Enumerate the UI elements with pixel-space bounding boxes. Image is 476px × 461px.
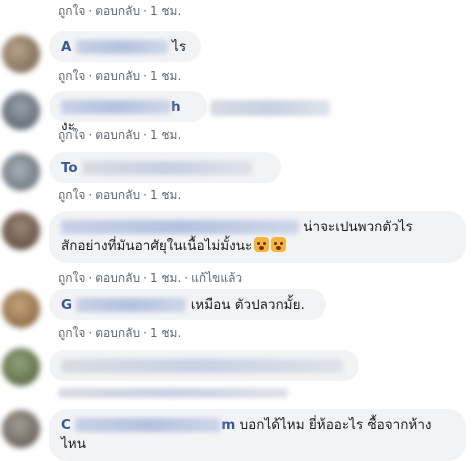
like-link[interactable]: ถูกใจ bbox=[58, 271, 85, 285]
comment-actions: ถูกใจ · ตอบกลับ · 1 ชม. bbox=[58, 186, 181, 205]
comment-line: สักอย่างที่มันอาศัยุในเนื้อไม่มั้งนะ bbox=[61, 237, 454, 256]
separator: · bbox=[88, 128, 93, 142]
comment-item bbox=[0, 344, 476, 400]
timestamp[interactable]: 1 ชม. bbox=[150, 128, 181, 142]
comment-author[interactable]: h bbox=[171, 99, 181, 115]
separator: · bbox=[143, 188, 147, 202]
comment-bubble: น่าจะเปนพวกตัวไร สักอย่างที่มันอาศัยุในเ… bbox=[49, 211, 466, 263]
astonished-face-emoji-icon bbox=[254, 237, 270, 252]
separator: · bbox=[143, 326, 147, 340]
redacted-author-name bbox=[75, 418, 222, 432]
separator: · bbox=[88, 271, 93, 285]
redacted-text bbox=[82, 161, 252, 175]
like-link[interactable]: ถูกใจ bbox=[58, 4, 85, 18]
comment-line: C m บอกได้ไหม ยี่ห้ออะไร ซื้อจากห้าง bbox=[61, 416, 454, 435]
separator: · bbox=[88, 4, 93, 18]
redacted-text bbox=[210, 100, 330, 116]
avatar[interactable] bbox=[2, 92, 40, 130]
comment-actions: ถูกใจ · ตอบกลับ · 1 ชม. bbox=[58, 324, 181, 343]
avatar[interactable] bbox=[2, 290, 40, 328]
reply-link[interactable]: ตอบกลับ bbox=[95, 188, 140, 202]
redacted-author-name bbox=[76, 298, 187, 312]
separator: · bbox=[143, 69, 147, 83]
redacted-author-name bbox=[75, 40, 168, 54]
reply-link[interactable]: ตอบกลับ bbox=[95, 271, 140, 285]
comment-bubble: A ไร bbox=[49, 31, 201, 62]
comment-text-line2: ไหน bbox=[61, 436, 86, 452]
comment-author[interactable]: C bbox=[61, 417, 71, 433]
comment-item: A ไร ถูกใจ · ตอบกลับ · 1 ชม. bbox=[0, 30, 476, 83]
comment-text: เหมือน ตัวปลวกมั้ย. bbox=[190, 297, 305, 313]
avatar[interactable] bbox=[2, 153, 40, 191]
comment-item: C m บอกได้ไหม ยี่ห้ออะไร ซื้อจากห้าง ไหน bbox=[0, 404, 476, 461]
like-link[interactable]: ถูกใจ bbox=[58, 326, 85, 340]
avatar[interactable] bbox=[2, 35, 40, 73]
reply-link[interactable]: ตอบกลับ bbox=[95, 4, 140, 18]
timestamp[interactable]: 1 ชม. bbox=[150, 4, 181, 18]
like-link[interactable]: ถูกใจ bbox=[58, 188, 85, 202]
avatar[interactable] bbox=[2, 212, 40, 250]
comment-thread: ถูกใจ · ตอบกลับ · 1 ชม. A ไร ถูกใจ · ตอบกลับ · 1… bbox=[0, 0, 476, 461]
comment-item: ถูกใจ · ตอบกลับ · 1 ชม. bbox=[0, 0, 476, 22]
like-link[interactable]: ถูกใจ bbox=[58, 69, 85, 83]
reply-link[interactable]: ตอบกลับ bbox=[95, 326, 140, 340]
comment-bubble: h งะ bbox=[49, 91, 207, 134]
comment-item: To ถูกใจ · ตอบกลับ · 1 ชม. bbox=[0, 151, 476, 205]
avatar[interactable] bbox=[2, 348, 40, 386]
comment-text: น่าจะเปนพวกตัวไร bbox=[303, 219, 413, 235]
reply-link[interactable]: ตอบกลับ bbox=[95, 69, 140, 83]
comment-bubble: C m บอกได้ไหม ยี่ห้ออะไร ซื้อจากห้าง ไหน bbox=[49, 409, 466, 461]
comment-text: ไร bbox=[172, 39, 187, 55]
comment-actions: ถูกใจ · ตอบกลับ · 1 ชม. bbox=[58, 126, 181, 145]
timestamp[interactable]: 1 ชม. bbox=[150, 326, 181, 340]
comment-line: ไหน bbox=[61, 435, 454, 454]
comment-author[interactable]: To bbox=[61, 160, 78, 176]
comment-author-end[interactable]: m bbox=[221, 417, 235, 433]
separator: · bbox=[88, 326, 93, 340]
comment-line: น่าจะเปนพวกตัวไร bbox=[61, 218, 454, 237]
comment-text-line2: สักอย่างที่มันอาศัยุในเนื้อไม่มั้งนะ bbox=[61, 238, 253, 254]
timestamp[interactable]: 1 ชม. bbox=[150, 271, 181, 285]
separator: · bbox=[88, 188, 93, 202]
separator: · bbox=[143, 128, 147, 142]
comment-text: บอกได้ไหม ยี่ห้ออะไร ซื้อจากห้าง bbox=[239, 417, 432, 433]
comment-actions: ถูกใจ · ตอบกลับ · 1 ชม. bbox=[58, 67, 181, 86]
like-link[interactable]: ถูกใจ bbox=[58, 128, 85, 142]
edited-label[interactable]: แก้ไขแล้ว bbox=[191, 271, 242, 285]
comment-item: G เหมือน ตัวปลวกมั้ย. ถูกใจ · ตอบกลับ · 1 ชม… bbox=[0, 286, 476, 346]
comment-bubble: To bbox=[49, 152, 281, 183]
redacted-actions bbox=[58, 388, 288, 398]
comment-item: น่าจะเปนพวกตัวไร สักอย่างที่มันอาศัยุในเ… bbox=[0, 208, 476, 286]
comment-item: h งะ ถูกใจ · ตอบกลับ · 1 ชม. bbox=[0, 88, 476, 146]
separator: · bbox=[184, 271, 189, 285]
redacted-author-name bbox=[61, 100, 171, 114]
comment-author[interactable]: G bbox=[61, 297, 72, 313]
redacted-text bbox=[61, 359, 343, 373]
reply-link[interactable]: ตอบกลับ bbox=[95, 128, 140, 142]
astonished-face-emoji-icon bbox=[271, 237, 287, 252]
separator: · bbox=[143, 271, 147, 285]
redacted-author-name bbox=[61, 220, 299, 234]
avatar[interactable] bbox=[2, 410, 40, 448]
comment-bubble bbox=[49, 350, 359, 381]
separator: · bbox=[88, 69, 93, 83]
comment-actions: ถูกใจ · ตอบกลับ · 1 ชม. bbox=[58, 2, 181, 21]
comment-bubble: G เหมือน ตัวปลวกมั้ย. bbox=[49, 289, 326, 320]
comment-author[interactable]: A bbox=[61, 39, 71, 55]
timestamp[interactable]: 1 ชม. bbox=[150, 69, 181, 83]
timestamp[interactable]: 1 ชม. bbox=[150, 188, 181, 202]
separator: · bbox=[143, 4, 147, 18]
